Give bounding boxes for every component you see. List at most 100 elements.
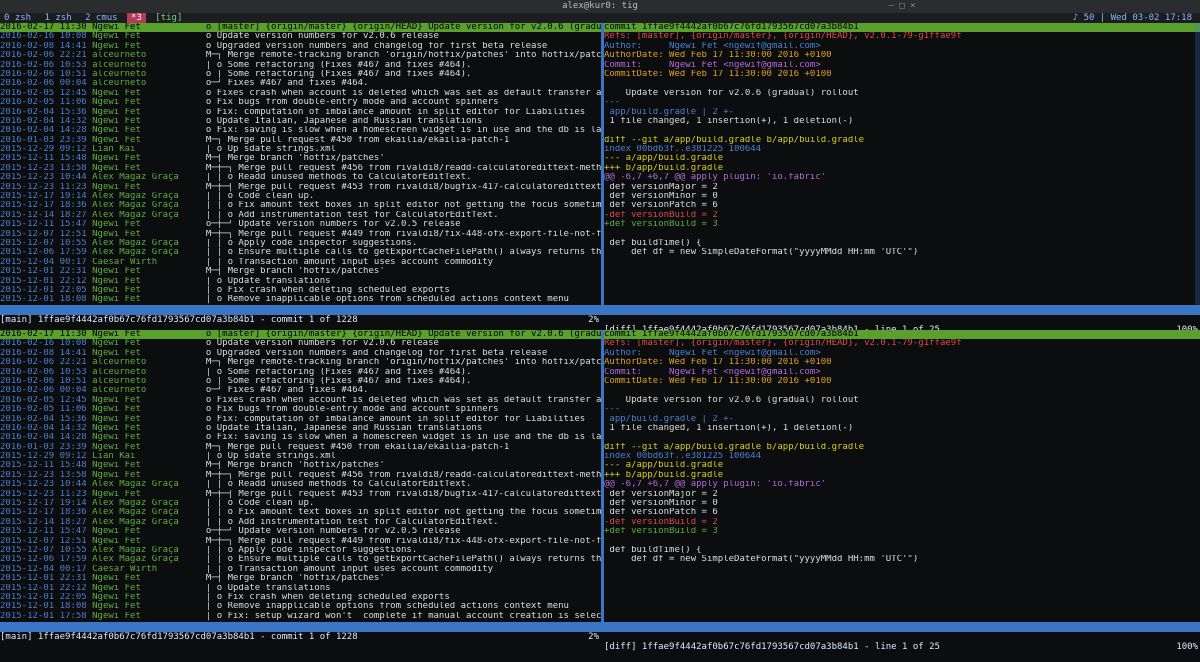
commit-row[interactable]: 2015-12-01 22:12 Ngewi Fet │ o Update tr…	[0, 277, 601, 286]
diff-line[interactable]: diff --git a/app/build.gradle b/app/buil…	[604, 136, 1200, 145]
diff-line[interactable]: -def versionBuild = 2	[604, 518, 1200, 527]
diff-line[interactable]: +++ b/app/build.gradle	[604, 164, 1200, 173]
commit-row[interactable]: 2015-12-07 10:55 Alex Magaz Graça │ │ o …	[0, 546, 601, 555]
diff-line[interactable]: +++ b/app/build.gradle	[604, 471, 1200, 480]
commit-row[interactable]: 2015-12-23 11:23 Ngewi Fet M─┼─┤ Merge p…	[0, 183, 601, 192]
commit-row[interactable]: 2015-12-17 18:36 Alex Magaz Graça │ │ o …	[0, 201, 601, 210]
diff-line[interactable]: def df = new SimpleDateFormat("yyyyMMdd …	[604, 248, 1200, 257]
diff-line[interactable]: CommitDate: Wed Feb 17 11:30:00 2016 +01…	[604, 377, 1200, 386]
commit-row[interactable]: 2016-02-06 00:04 alceurneto o─┘ Fixes #4…	[0, 386, 601, 395]
commit-row[interactable]: 2015-12-23 10:44 Alex Magaz Graça │ │ o …	[0, 173, 601, 182]
diff-line[interactable]: commit 1ffae9f4442af0b67c76fd1793567cd07…	[604, 330, 1200, 340]
commit-row[interactable]: 2015-12-07 12:51 Ngewi Fet M─┼─┐ Merge p…	[0, 537, 601, 546]
commit-row[interactable]: 2016-02-04 14:32 Ngewi Fet o Update Ital…	[0, 424, 601, 433]
diff-line[interactable]: AuthorDate: Wed Feb 17 11:30:00 2016 +01…	[604, 51, 1200, 60]
commit-row[interactable]: 2015-12-14 18:27 Alex Magaz Graça │ │ o …	[0, 518, 601, 527]
diff-view[interactable]: commit 1ffae9f4442af0b67c76fd1793567cd07…	[604, 23, 1200, 305]
commit-row[interactable]: 2015-12-11 15:48 Ngewi Fet M─┤ Merge bra…	[0, 461, 601, 470]
diff-line[interactable]: app/build.gradle | 2 +-	[604, 108, 1200, 117]
commit-row[interactable]: 2016-02-04 14:28 Ngewi Fet o Fix: saving…	[0, 126, 601, 135]
commit-row[interactable]: 2016-02-05 11:06 Ngewi Fet o Fix bugs fr…	[0, 98, 601, 107]
diff-line[interactable]: +def versionBuild = 3	[604, 527, 1200, 536]
diff-line[interactable]: Commit: Ngewi Fet <ngewif@gmail.com>	[604, 368, 1200, 377]
diff-line[interactable]: index 00bd63f..e381225 100644	[604, 452, 1200, 461]
diff-scrollbar[interactable]	[1195, 23, 1200, 305]
diff-line[interactable]	[604, 433, 1200, 442]
commit-row[interactable]: 2015-12-01 22:31 Ngewi Fet M─┤ Merge bra…	[0, 267, 601, 276]
tmux-tab-tig[interactable]: [tig]	[151, 13, 186, 23]
commit-row[interactable]: 2015-12-01 18:08 Ngewi Fet │ o Remove in…	[0, 602, 601, 611]
diff-line[interactable]: Refs: [master], {origin/master}, {origin…	[604, 339, 1200, 348]
diff-line[interactable]: @@ -6,7 +6,7 @@ apply plugin: 'io.fabric…	[604, 173, 1200, 182]
diff-line[interactable]: index 00bd63f..e381225 100644	[604, 145, 1200, 154]
diff-view[interactable]: commit 1ffae9f4442af0b67c76fd1793567cd07…	[604, 330, 1200, 622]
diff-line[interactable]: def versionMajor = 2	[604, 183, 1200, 192]
commit-row[interactable]: 2015-12-11 15:47 Ngewi Fet o─┼─┘ Update …	[0, 220, 601, 229]
commit-row[interactable]: 2015-12-07 10:55 Alex Magaz Graça │ │ o …	[0, 239, 601, 248]
commit-row-selected[interactable]: 2016-02-17 11:30 Ngewi Fet o [master] {o…	[0, 330, 601, 340]
commit-row[interactable]: 2016-02-08 14:41 Ngewi Fet o Upgraded ve…	[0, 42, 601, 51]
diff-line[interactable]: def buildTime() {	[604, 546, 1200, 555]
commit-row[interactable]: 2015-12-17 18:36 Alex Magaz Graça │ │ o …	[0, 508, 601, 517]
diff-line[interactable]: ---	[604, 98, 1200, 107]
commit-row[interactable]: 2015-12-01 22:12 Ngewi Fet │ o Update tr…	[0, 584, 601, 593]
commit-row[interactable]: 2015-12-06 17:59 Alex Magaz Graça │ │ o …	[0, 248, 601, 257]
commit-row[interactable]: 2016-02-06 22:21 alceurneto M─┐ Merge re…	[0, 51, 601, 60]
diff-line[interactable]: diff --git a/app/build.gradle b/app/buil…	[604, 443, 1200, 452]
commit-row[interactable]: 2016-02-04 14:32 Ngewi Fet o Update Ital…	[0, 117, 601, 126]
commit-row[interactable]: 2015-12-01 22:31 Ngewi Fet M─┤ Merge bra…	[0, 574, 601, 583]
commit-row[interactable]: 2015-12-04 00:17 Caesar Wirth │ │ o Tran…	[0, 258, 601, 267]
commit-row[interactable]: 2015-12-23 11:23 Ngewi Fet M─┼─┤ Merge p…	[0, 490, 601, 499]
diff-line[interactable]: def versionMinor = 0	[604, 499, 1200, 508]
commit-row[interactable]: 2015-12-01 22:05 Ngewi Fet │ o Fix crash…	[0, 286, 601, 295]
commit-row[interactable]: 2016-02-06 10:53 alceurneto │ o Some ref…	[0, 368, 601, 377]
diff-line[interactable]: +def versionBuild = 3	[604, 220, 1200, 229]
commit-row[interactable]: 2016-02-05 12:45 Ngewi Fet o Fixes crash…	[0, 396, 601, 405]
diff-line[interactable]: -def versionBuild = 2	[604, 211, 1200, 220]
diff-line[interactable]: def versionPatch = 6	[604, 201, 1200, 210]
commit-row[interactable]: 2016-02-16 10:08 Ngewi Fet o Update vers…	[0, 339, 601, 348]
tmux-tab-0[interactable]: 0 zsh	[0, 13, 35, 23]
tmux-tab-2[interactable]: 2 cmus	[81, 13, 122, 23]
diff-line[interactable]: AuthorDate: Wed Feb 17 11:30:00 2016 +01…	[604, 358, 1200, 367]
diff-line[interactable]: Author: Ngewi Fet <ngewif@gmail.com>	[604, 42, 1200, 51]
commit-row[interactable]: 2015-12-01 18:08 Ngewi Fet │ o Remove in…	[0, 295, 601, 304]
commit-row[interactable]: 2015-12-04 00:17 Caesar Wirth │ │ o Tran…	[0, 565, 601, 574]
diff-line[interactable]: def versionPatch = 6	[604, 508, 1200, 517]
diff-line[interactable]: def versionMajor = 2	[604, 490, 1200, 499]
tmux-tab-3[interactable]: *3	[127, 13, 146, 23]
commit-row[interactable]: 2016-02-06 10:51 alceurneto o │ Some ref…	[0, 377, 601, 386]
main-log-view[interactable]: 2016-02-17 11:30 Ngewi Fet o [master] {o…	[0, 23, 601, 305]
commit-row[interactable]: 2016-02-05 12:45 Ngewi Fet o Fixes crash…	[0, 89, 601, 98]
tmux-tab-1[interactable]: 1 zsh	[41, 13, 76, 23]
commit-row[interactable]: 2015-12-07 12:51 Ngewi Fet M─┼─┐ Merge p…	[0, 230, 601, 239]
diff-line[interactable]: @@ -6,7 +6,7 @@ apply plugin: 'io.fabric…	[604, 480, 1200, 489]
diff-line[interactable]	[604, 79, 1200, 88]
diff-line[interactable]: Author: Ngewi Fet <ngewif@gmail.com>	[604, 349, 1200, 358]
commit-row[interactable]: 2015-12-11 15:47 Ngewi Fet o─┼─┘ Update …	[0, 527, 601, 536]
diff-line[interactable]: --- a/app/build.gradle	[604, 154, 1200, 163]
commit-row[interactable]: 2016-02-06 10:51 alceurneto o │ Some ref…	[0, 70, 601, 79]
diff-line[interactable]: def buildTime() {	[604, 239, 1200, 248]
commit-row[interactable]: 2015-12-23 13:58 Ngewi Fet M─┼─┐ Merge p…	[0, 164, 601, 173]
diff-line[interactable]: --- a/app/build.gradle	[604, 461, 1200, 470]
commit-row[interactable]: 2015-12-29 09:12 Lian Kai │ o Up sdate s…	[0, 452, 601, 461]
commit-row-selected[interactable]: 2016-02-17 11:30 Ngewi Fet o [master] {o…	[0, 23, 601, 33]
commit-row[interactable]: 2016-02-06 00:04 alceurneto o─┘ Fixes #4…	[0, 79, 601, 88]
commit-row[interactable]: 2016-02-04 15:36 Ngewi Fet o Fix: comput…	[0, 108, 601, 117]
diff-line[interactable]	[604, 386, 1200, 395]
commit-row[interactable]: 2015-12-23 10:44 Alex Magaz Graça │ │ o …	[0, 480, 601, 489]
diff-line[interactable]: 1 file changed, 1 insertion(+), 1 deleti…	[604, 424, 1200, 433]
diff-line[interactable]	[604, 537, 1200, 546]
commit-row[interactable]: 2016-02-04 14:28 Ngewi Fet o Fix: saving…	[0, 433, 601, 442]
diff-line[interactable]: 1 file changed, 1 insertion(+), 1 deleti…	[604, 117, 1200, 126]
commit-row[interactable]: 2016-02-08 14:41 Ngewi Fet o Upgraded ve…	[0, 349, 601, 358]
commit-row[interactable]: 2015-12-29 09:12 Lian Kai │ o Up sdate s…	[0, 145, 601, 154]
commit-row[interactable]: 2015-12-06 17:59 Alex Magaz Graça │ │ o …	[0, 555, 601, 564]
commit-row[interactable]: 2015-12-01 22:05 Ngewi Fet │ o Fix crash…	[0, 593, 601, 602]
commit-row[interactable]: 2015-12-23 13:58 Ngewi Fet M─┼─┐ Merge p…	[0, 471, 601, 480]
commit-row[interactable]: 2015-12-14 18:27 Alex Magaz Graça │ │ o …	[0, 211, 601, 220]
diff-line[interactable]: app/build.gradle | 2 +-	[604, 415, 1200, 424]
commit-row[interactable]: 2015-12-17 19:14 Alex Magaz Graça │ │ o …	[0, 192, 601, 201]
commit-row[interactable]: 2016-02-04 15:36 Ngewi Fet o Fix: comput…	[0, 415, 601, 424]
